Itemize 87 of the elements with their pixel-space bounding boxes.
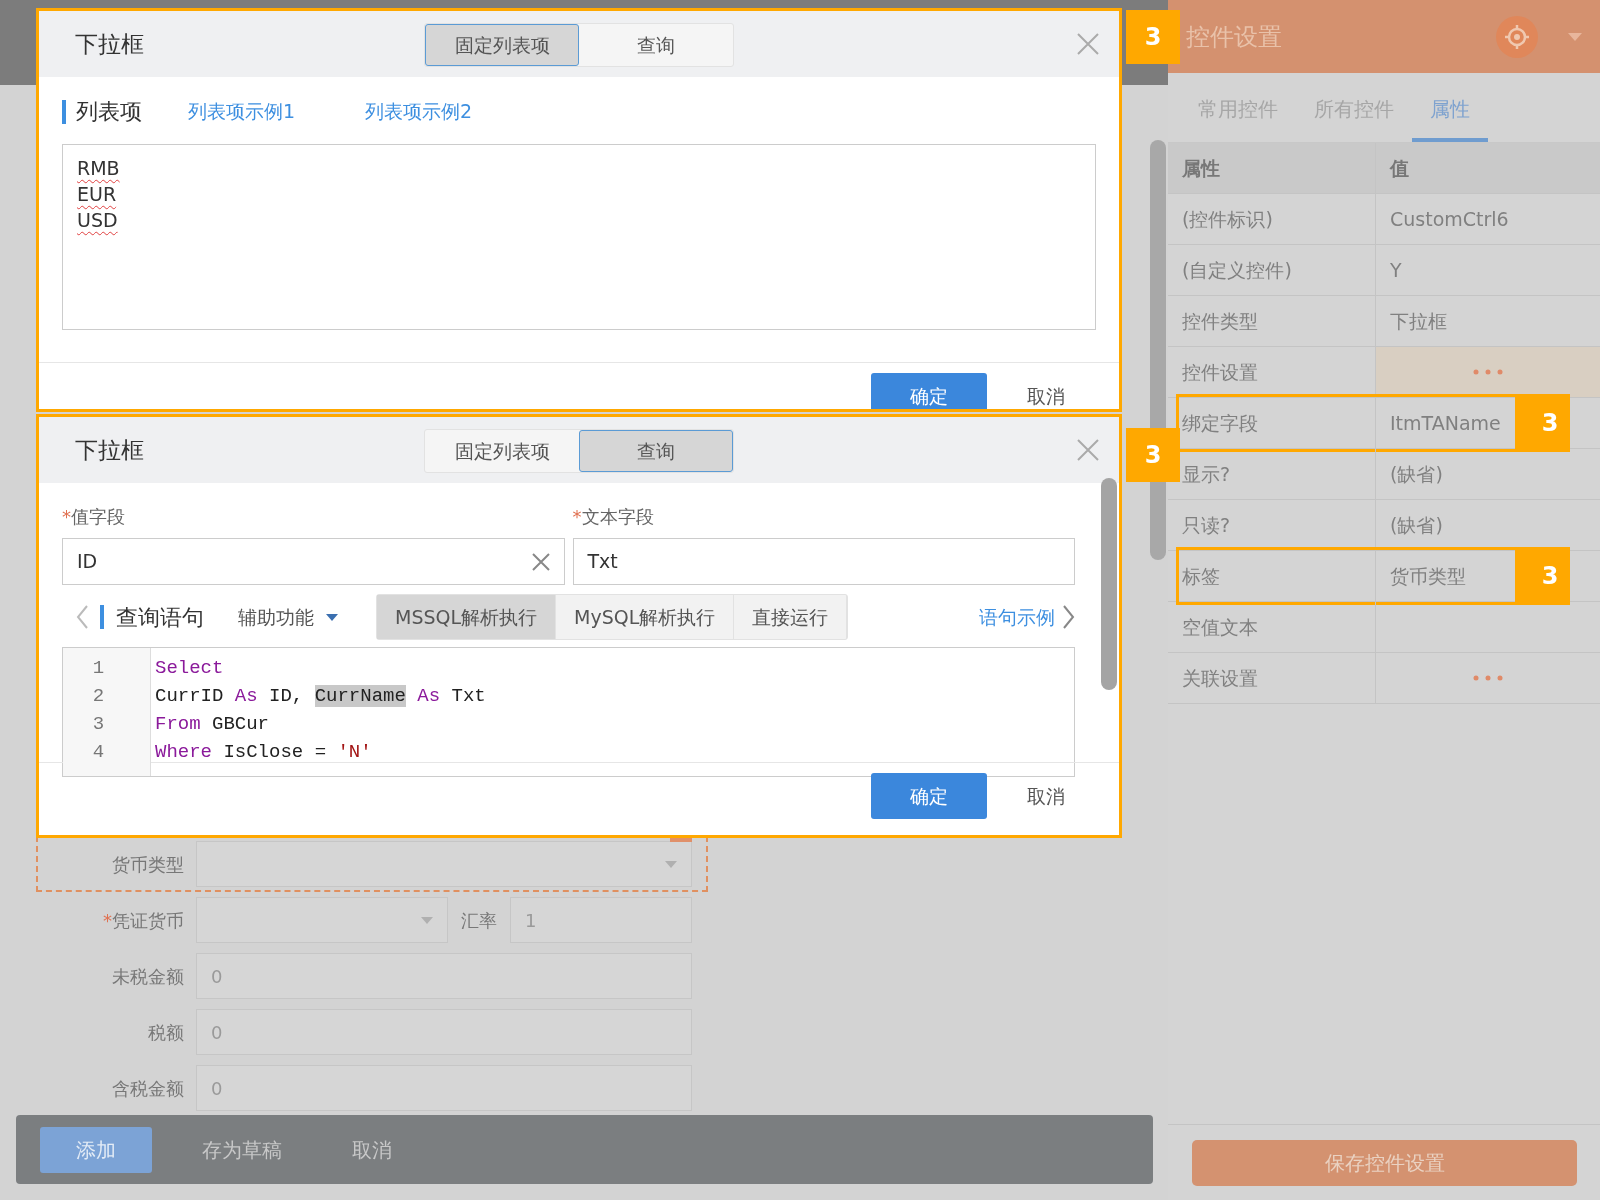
close-icon[interactable] xyxy=(1077,439,1099,461)
list-text-area[interactable]: RMB EUR USD xyxy=(62,144,1096,330)
mode-tab[interactable]: 直接运行 xyxy=(734,595,848,639)
action-button[interactable]: 取消 xyxy=(332,1126,412,1173)
property-name: 控件类型 xyxy=(1168,296,1376,346)
close-icon[interactable] xyxy=(1077,33,1099,55)
tab[interactable]: 查询 xyxy=(579,430,733,472)
field-label: 含税金额 xyxy=(111,1076,185,1101)
property-value: ItmTAName xyxy=(1390,410,1501,436)
field-label: *值字段 xyxy=(62,505,126,529)
input-field[interactable]: Txt xyxy=(572,538,1075,585)
code-line: Where IsClose = 'N' xyxy=(154,740,373,765)
selected-field-frame[interactable]: 货币类型 xyxy=(36,836,708,892)
property-name: (自定义控件) xyxy=(1168,245,1376,295)
property-name: (控件标识) xyxy=(1168,194,1376,244)
property-value: 货币类型 xyxy=(1390,563,1466,589)
field-label: 未税金额 xyxy=(111,964,185,989)
select-field[interactable] xyxy=(196,841,692,887)
property-value: Y xyxy=(1390,257,1402,283)
input-field[interactable]: 0 xyxy=(196,1009,692,1055)
column-header: 属性 xyxy=(1168,143,1376,193)
code-line: From GBCur xyxy=(154,712,271,737)
field-label: 货币类型 xyxy=(111,852,185,877)
dialog-title: 下拉框 xyxy=(75,29,144,59)
section-title: 查询语句 xyxy=(116,603,204,632)
callout-badge: 3 xyxy=(1126,10,1180,64)
helper-menu-button[interactable]: 辅助功能 xyxy=(232,601,344,633)
property-name: 只读? xyxy=(1168,500,1376,550)
value-cell[interactable] xyxy=(1376,347,1600,397)
code-line: Select xyxy=(154,656,225,681)
line-number: 1 xyxy=(91,656,106,681)
more-icon[interactable] xyxy=(1473,369,1503,375)
example-link[interactable]: 列表项示例2 xyxy=(365,97,473,126)
add-button[interactable]: 添加 xyxy=(40,1126,152,1173)
property-name: 标签 xyxy=(1168,551,1376,601)
tab[interactable]: 固定列表项 xyxy=(425,24,579,66)
example-link[interactable]: 语句示例 xyxy=(979,602,1055,632)
caret-icon[interactable] xyxy=(1568,32,1582,41)
field-label: 汇率 xyxy=(460,908,498,933)
line-number: 4 xyxy=(91,740,106,765)
callout-badge: 3 xyxy=(1126,428,1180,482)
mode-tab[interactable]: MSSQL解析执行 xyxy=(377,595,557,639)
ok-button[interactable]: 确定 xyxy=(871,373,987,409)
column-header: 值 xyxy=(1388,155,1410,181)
property-value: 下拉框 xyxy=(1390,308,1447,334)
target-icon[interactable] xyxy=(1496,15,1538,58)
code-editor[interactable]: 1 2 3 4 Select CurrID As ID, CurrName As Txt From GBCur Where IsClose = 'N' xyxy=(62,647,1075,777)
input-field[interactable]: ID xyxy=(62,538,565,585)
chevron-right-icon[interactable] xyxy=(1063,605,1075,629)
caret-icon xyxy=(665,860,677,868)
line-number: 2 xyxy=(91,684,106,709)
property-value: (缺省) xyxy=(1390,512,1443,538)
caret-icon xyxy=(421,916,433,924)
cancel-button[interactable]: 取消 xyxy=(1017,781,1075,811)
tab[interactable]: 查询 xyxy=(579,24,733,66)
property-name: 关联设置 xyxy=(1168,653,1376,703)
scrollbar[interactable] xyxy=(1101,478,1117,690)
property-value: CustomCtrl6 xyxy=(1390,206,1509,232)
input-field[interactable]: 0 xyxy=(196,1065,692,1111)
property-value: (缺省) xyxy=(1390,461,1443,487)
list-line: RMB xyxy=(77,156,120,181)
list-line: USD xyxy=(77,208,118,233)
field-label: *文本字段 xyxy=(572,505,655,529)
callout-badge: 3 xyxy=(1516,547,1570,605)
clear-icon[interactable] xyxy=(531,552,550,571)
section-title: 列表项 xyxy=(76,98,142,126)
field-label: 税额 xyxy=(147,1020,185,1045)
caret-icon xyxy=(326,613,338,621)
more-icon[interactable] xyxy=(1473,675,1503,681)
input-field[interactable]: 1 xyxy=(510,897,692,943)
ok-button[interactable]: 确定 xyxy=(871,773,987,819)
dialog-title: 下拉框 xyxy=(75,435,144,465)
example-link[interactable]: 列表项示例1 xyxy=(188,97,296,126)
code-line: CurrID As ID, CurrName As Txt xyxy=(154,684,486,709)
line-number: 3 xyxy=(91,712,106,737)
mode-tab[interactable]: MySQL解析执行 xyxy=(556,595,735,639)
tab[interactable]: 固定列表项 xyxy=(425,430,579,472)
chevron-left-icon[interactable] xyxy=(76,605,88,629)
field-label: *凭证货币 xyxy=(102,908,185,933)
cancel-button[interactable]: 取消 xyxy=(1017,381,1075,409)
panel-title: 控件设置 xyxy=(1186,21,1283,53)
select-field[interactable] xyxy=(196,897,448,943)
action-button[interactable]: 存为草稿 xyxy=(182,1126,302,1173)
input-field[interactable]: 0 xyxy=(196,953,692,999)
list-line: EUR xyxy=(77,182,117,207)
property-name: 空值文本 xyxy=(1168,602,1376,652)
callout-badge: 3 xyxy=(1516,394,1570,452)
